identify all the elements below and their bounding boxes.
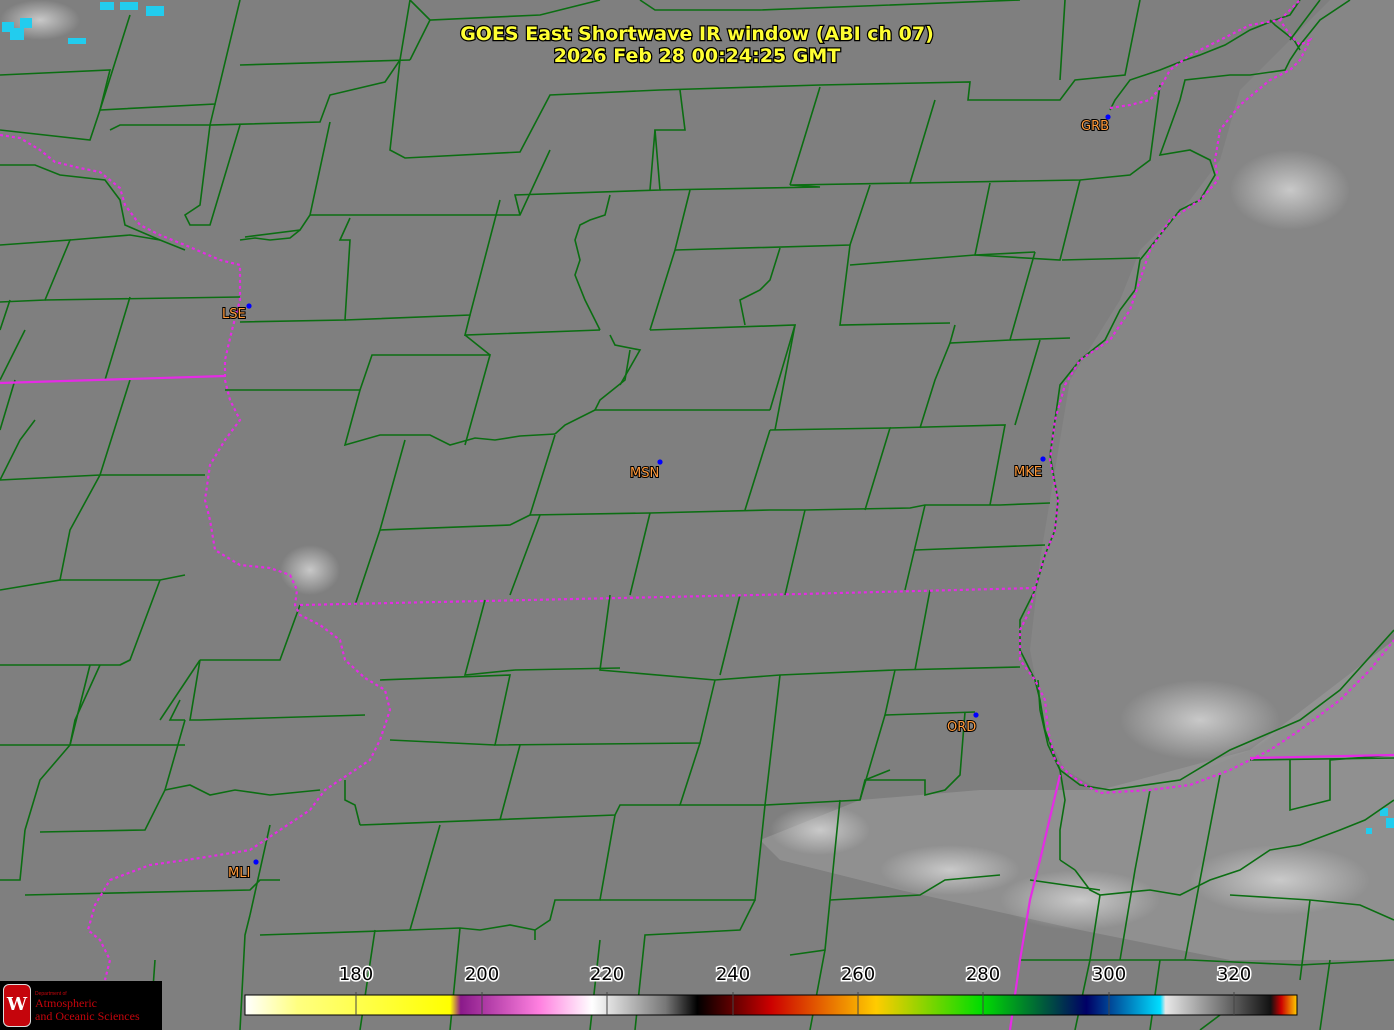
station-dot-lse	[246, 303, 252, 309]
station-label-mli: MLI	[228, 866, 250, 881]
colorbar-tick-180: 180	[339, 964, 373, 985]
colorbar-tick-200: 200	[465, 964, 499, 985]
station-dot-msn	[657, 459, 663, 465]
colorbar-tick-240: 240	[716, 964, 750, 985]
station-label-ord: ORD	[947, 720, 976, 735]
uw-seal-icon: W	[3, 984, 31, 1027]
colorbar-tick-260: 260	[841, 964, 875, 985]
image-timestamp: 2026 Feb 28 00:24:25 GMT	[554, 45, 840, 67]
station-label-msn: MSN	[630, 466, 659, 481]
colorbar-tick-320: 320	[1217, 964, 1251, 985]
colorbar-tick-280: 280	[966, 964, 1000, 985]
station-dot-mli	[253, 859, 259, 865]
colorbar-tick-300: 300	[1092, 964, 1126, 985]
colorbar-gradient	[244, 994, 1298, 1016]
station-dot-ord	[973, 712, 979, 718]
station-label-mke: MKE	[1014, 465, 1042, 480]
satellite-map: GRB LSE MSN MKE ORD MLI GOES East Shortw…	[0, 0, 1394, 1030]
aos-logo: W Department of Atmospheric and Oceanic …	[0, 981, 162, 1030]
logo-line-2: and Oceanic Sciences	[35, 1009, 140, 1023]
station-dot-mke	[1040, 456, 1046, 462]
station-label-grb: GRB	[1081, 119, 1109, 134]
station-label-lse: LSE	[222, 307, 246, 322]
colorbar-tick-220: 220	[590, 964, 624, 985]
image-title: GOES East Shortwave IR window (ABI ch 07…	[460, 23, 934, 45]
